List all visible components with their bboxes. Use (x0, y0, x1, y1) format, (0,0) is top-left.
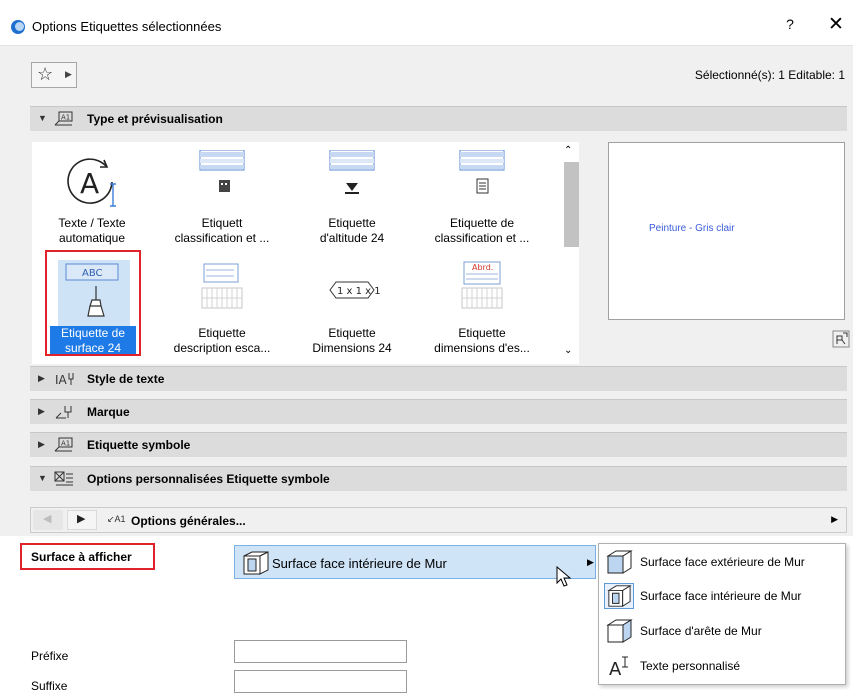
wall-inner-face-icon (604, 583, 634, 609)
preview-settings-icon[interactable] (832, 330, 850, 348)
svg-text:A1: A1 (61, 440, 70, 448)
preview-canvas: Peinture - Gris clair (608, 142, 845, 320)
general-options-icon: ↙A1 (107, 514, 126, 524)
library-item-label: Etiquette dimensions d'es... (434, 326, 530, 355)
svg-text:Abrd.: Abrd. (472, 263, 493, 272)
menu-item-label: Texte personnalisé (640, 659, 741, 673)
type-preview-area: A Texte / Texte automatique Etiquett cla… (30, 140, 850, 371)
stair-description-icon (201, 263, 243, 309)
autotext-icon: A (67, 158, 116, 207)
svg-text:A: A (80, 167, 99, 200)
panel-header-type-preview[interactable]: ▼ A1 Type et prévisualisation (30, 106, 847, 131)
dimensions-tag-icon: 1 x 1 x 1 (329, 281, 381, 299)
scroll-up-icon[interactable]: ⌃ (564, 145, 572, 156)
scroll-down-icon[interactable]: ⌄ (564, 345, 572, 356)
library-item-label: Etiquette d'altitude 24 (319, 216, 385, 245)
surface-label: Surface à afficher (31, 550, 132, 564)
expand-arrow-icon: ▶ (38, 439, 45, 449)
page-selector-label[interactable]: Options générales... (131, 514, 246, 528)
marker-icon (55, 406, 72, 419)
wall-edge-face-icon (606, 619, 633, 643)
library-item-label: Etiquette de classification et ... (434, 216, 530, 245)
library-item-classification[interactable]: Etiquett classification et ... (172, 150, 272, 250)
library-item-altitude[interactable]: Etiquette d'altitude 24 (302, 150, 402, 250)
panel-title: Type et prévisualisation (87, 112, 223, 126)
stair-dimensions-icon: Abrd. (461, 261, 503, 309)
library-scrollbar[interactable]: ⌃ ⌄ (562, 142, 579, 364)
svg-text:A1: A1 (61, 114, 70, 122)
library-item-label: Etiquett classification et ... (174, 216, 270, 245)
menu-item-label: Surface face intérieure de Mur (640, 589, 802, 603)
text-style-icon: IA (55, 373, 74, 387)
expand-arrow-icon: ▶ (38, 406, 45, 416)
svg-text:1 x 1 x 1: 1 x 1 x 1 (337, 286, 381, 297)
mouse-cursor-icon (556, 566, 572, 587)
menu-item-custom-text[interactable]: A Texte personnalisé (600, 650, 845, 682)
surface-dropdown[interactable]: Surface face intérieure de Mur ▶ (234, 545, 596, 579)
custom-text-icon: A (609, 656, 628, 679)
library-item-classification-2[interactable]: Etiquette de classification et ... (432, 150, 532, 250)
suffix-input[interactable] (234, 670, 407, 693)
selection-info: Sélectionné(s): 1 Editable: 1 (694, 68, 845, 82)
library-item-label: Etiquette description esca... (173, 326, 271, 355)
menu-item-interior-face[interactable]: Surface face intérieure de Mur (600, 580, 845, 612)
surface-options-menu: Surface face extérieure de Mur Surface f… (598, 543, 846, 685)
title-bar: Options Etiquettes sélectionnées ? ✕ (0, 0, 853, 46)
expand-arrow-icon: ▶ (38, 373, 45, 383)
library-item-label: Etiquette Dimensions 24 (312, 326, 392, 355)
help-button[interactable]: ? (782, 16, 798, 32)
wall-inner-face-icon (243, 551, 269, 575)
prefix-input[interactable] (234, 640, 407, 663)
surface-label-highlight: Surface à afficher (20, 543, 155, 570)
app-icon (11, 20, 25, 34)
label-tag-icon: A1 (54, 111, 73, 126)
altitude-tag-icon (329, 150, 375, 194)
document-tag-icon (459, 150, 505, 194)
panel-header-symbol-label[interactable]: ▶ A1 Etiquette symbole (30, 432, 847, 457)
svg-text:IA: IA (55, 373, 68, 387)
scrollbar-thumb[interactable] (564, 162, 579, 247)
prefix-label: Préfixe (31, 649, 69, 663)
panel-header-custom-options[interactable]: ▼ Options personnalisées Etiquette symbo… (30, 466, 847, 491)
panel-header-marque[interactable]: ▶ Marque (30, 399, 847, 424)
panel-title: Marque (87, 405, 130, 419)
next-page-button[interactable]: ▶ (67, 510, 97, 530)
collapse-arrow-icon: ▼ (38, 473, 47, 483)
previous-page-button[interactable]: ◀ (33, 510, 63, 530)
dropdown-arrow-icon[interactable]: ▶ (831, 514, 838, 525)
star-icon: ☆ (37, 64, 54, 84)
menu-item-exterior-face[interactable]: Surface face extérieure de Mur (600, 546, 845, 578)
selected-item-outline (45, 250, 141, 356)
arrow-right-icon: ▶ (77, 513, 86, 525)
panel-title: Etiquette symbole (87, 438, 191, 452)
library-item-stair-dimensions[interactable]: Abrd. Etiquette dimensions d'es... (432, 260, 532, 360)
menu-item-label: Surface face extérieure de Mur (640, 555, 805, 569)
preview-label-text: Peinture - Gris clair (649, 223, 735, 234)
library-item-label: Texte / Texte automatique (58, 216, 126, 245)
library-item-text[interactable]: A Texte / Texte automatique (42, 150, 142, 250)
custom-options-page-bar: ◀ ▶ ↙A1 Options générales... ▶ (30, 507, 847, 533)
panel-title: Style de texte (87, 372, 165, 386)
library-item-dimensions[interactable]: 1 x 1 x 1 Etiquette Dimensions 24 (302, 260, 402, 360)
arrow-left-icon: ◀ (43, 513, 52, 525)
classification-tag-icon (199, 150, 245, 192)
panel-title: Options personnalisées Etiquette symbole (87, 472, 330, 486)
library-item-stair[interactable]: Etiquette description esca... (172, 260, 272, 360)
collapse-arrow-icon: ▼ (38, 113, 47, 123)
custom-options-icon (54, 471, 73, 486)
panel-header-text-style[interactable]: ▶ IA Style de texte (30, 366, 847, 391)
surface-dropdown-value: Surface face intérieure de Mur (272, 556, 447, 571)
suffix-label: Suffixe (31, 679, 68, 693)
wall-exterior-face-icon (606, 550, 633, 574)
triangle-right-icon: ▶ (65, 69, 72, 79)
submenu-arrow-icon: ▶ (587, 557, 594, 567)
menu-item-edge-face[interactable]: Surface d'arête de Mur (600, 615, 845, 647)
symbol-label-icon: A1 (54, 437, 73, 452)
favorites-button[interactable]: ☆ ▶ (31, 62, 77, 88)
menu-item-label: Surface d'arête de Mur (640, 624, 762, 638)
close-button[interactable]: ✕ (826, 13, 846, 36)
window-title: Options Etiquettes sélectionnées (32, 19, 222, 34)
svg-text:A: A (609, 659, 622, 679)
